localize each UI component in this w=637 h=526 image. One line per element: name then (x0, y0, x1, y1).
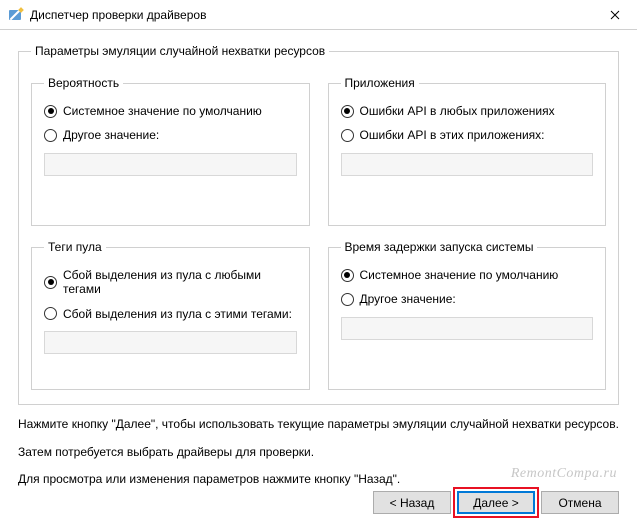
radio-delay-other[interactable]: Другое значение: (341, 292, 594, 306)
tags-value-input (44, 331, 297, 354)
radio-label: Ошибки API в любых приложениях (360, 104, 555, 118)
group-probability: Вероятность Системное значение по умолча… (31, 76, 310, 226)
next-button[interactable]: Далее > (457, 491, 535, 514)
instruction-line-1: Нажмите кнопку "Далее", чтобы использова… (18, 417, 619, 433)
radio-icon (44, 276, 57, 289)
instructions-block: Нажмите кнопку "Далее", чтобы использова… (0, 405, 637, 488)
radio-icon (341, 129, 354, 142)
probability-value-input (44, 153, 297, 176)
radio-icon (44, 129, 57, 142)
radio-apps-any[interactable]: Ошибки API в любых приложениях (341, 104, 594, 118)
outer-group-legend: Параметры эмуляции случайной нехватки ре… (31, 44, 329, 58)
radio-icon (341, 269, 354, 282)
radio-tags-these[interactable]: Сбой выделения из пула с этими тегами: (44, 307, 297, 321)
radio-icon (341, 293, 354, 306)
settings-grid: Вероятность Системное значение по умолча… (31, 76, 606, 390)
radio-icon (44, 307, 57, 320)
delay-value-input (341, 317, 594, 340)
group-applications: Приложения Ошибки API в любых приложения… (328, 76, 607, 226)
group-boot-delay: Время задержки запуска системы Системное… (328, 240, 607, 390)
radio-label: Другое значение: (360, 292, 456, 306)
close-icon (610, 10, 620, 20)
radio-label: Ошибки API в этих приложениях: (360, 128, 545, 142)
group-applications-legend: Приложения (341, 76, 419, 90)
window-title: Диспетчер проверки драйверов (30, 8, 592, 22)
back-button[interactable]: < Назад (373, 491, 451, 514)
radio-tags-any[interactable]: Сбой выделения из пула с любыми тегами (44, 268, 297, 297)
radio-probability-other[interactable]: Другое значение: (44, 128, 297, 142)
group-probability-legend: Вероятность (44, 76, 123, 90)
app-icon (8, 7, 24, 23)
close-button[interactable] (592, 0, 637, 30)
group-pool-tags-legend: Теги пула (44, 240, 106, 254)
radio-icon (341, 105, 354, 118)
outer-group: Параметры эмуляции случайной нехватки ре… (18, 44, 619, 405)
radio-label: Другое значение: (63, 128, 159, 142)
group-boot-delay-legend: Время задержки запуска системы (341, 240, 538, 254)
group-pool-tags: Теги пула Сбой выделения из пула с любым… (31, 240, 310, 390)
cancel-button[interactable]: Отмена (541, 491, 619, 514)
content-area: Параметры эмуляции случайной нехватки ре… (0, 30, 637, 405)
radio-icon (44, 105, 57, 118)
wizard-footer: < Назад Далее > Отмена (373, 491, 619, 514)
radio-apps-these[interactable]: Ошибки API в этих приложениях: (341, 128, 594, 142)
radio-label: Сбой выделения из пула с этими тегами: (63, 307, 292, 321)
radio-probability-default[interactable]: Системное значение по умолчанию (44, 104, 297, 118)
radio-label: Системное значение по умолчанию (63, 104, 262, 118)
title-bar: Диспетчер проверки драйверов (0, 0, 637, 30)
instruction-line-3: Для просмотра или изменения параметров н… (18, 472, 619, 488)
radio-delay-default[interactable]: Системное значение по умолчанию (341, 268, 594, 282)
radio-label: Системное значение по умолчанию (360, 268, 559, 282)
instruction-line-2: Затем потребуется выбрать драйверы для п… (18, 445, 619, 461)
apps-value-input (341, 153, 594, 176)
radio-label: Сбой выделения из пула с любыми тегами (63, 268, 297, 297)
